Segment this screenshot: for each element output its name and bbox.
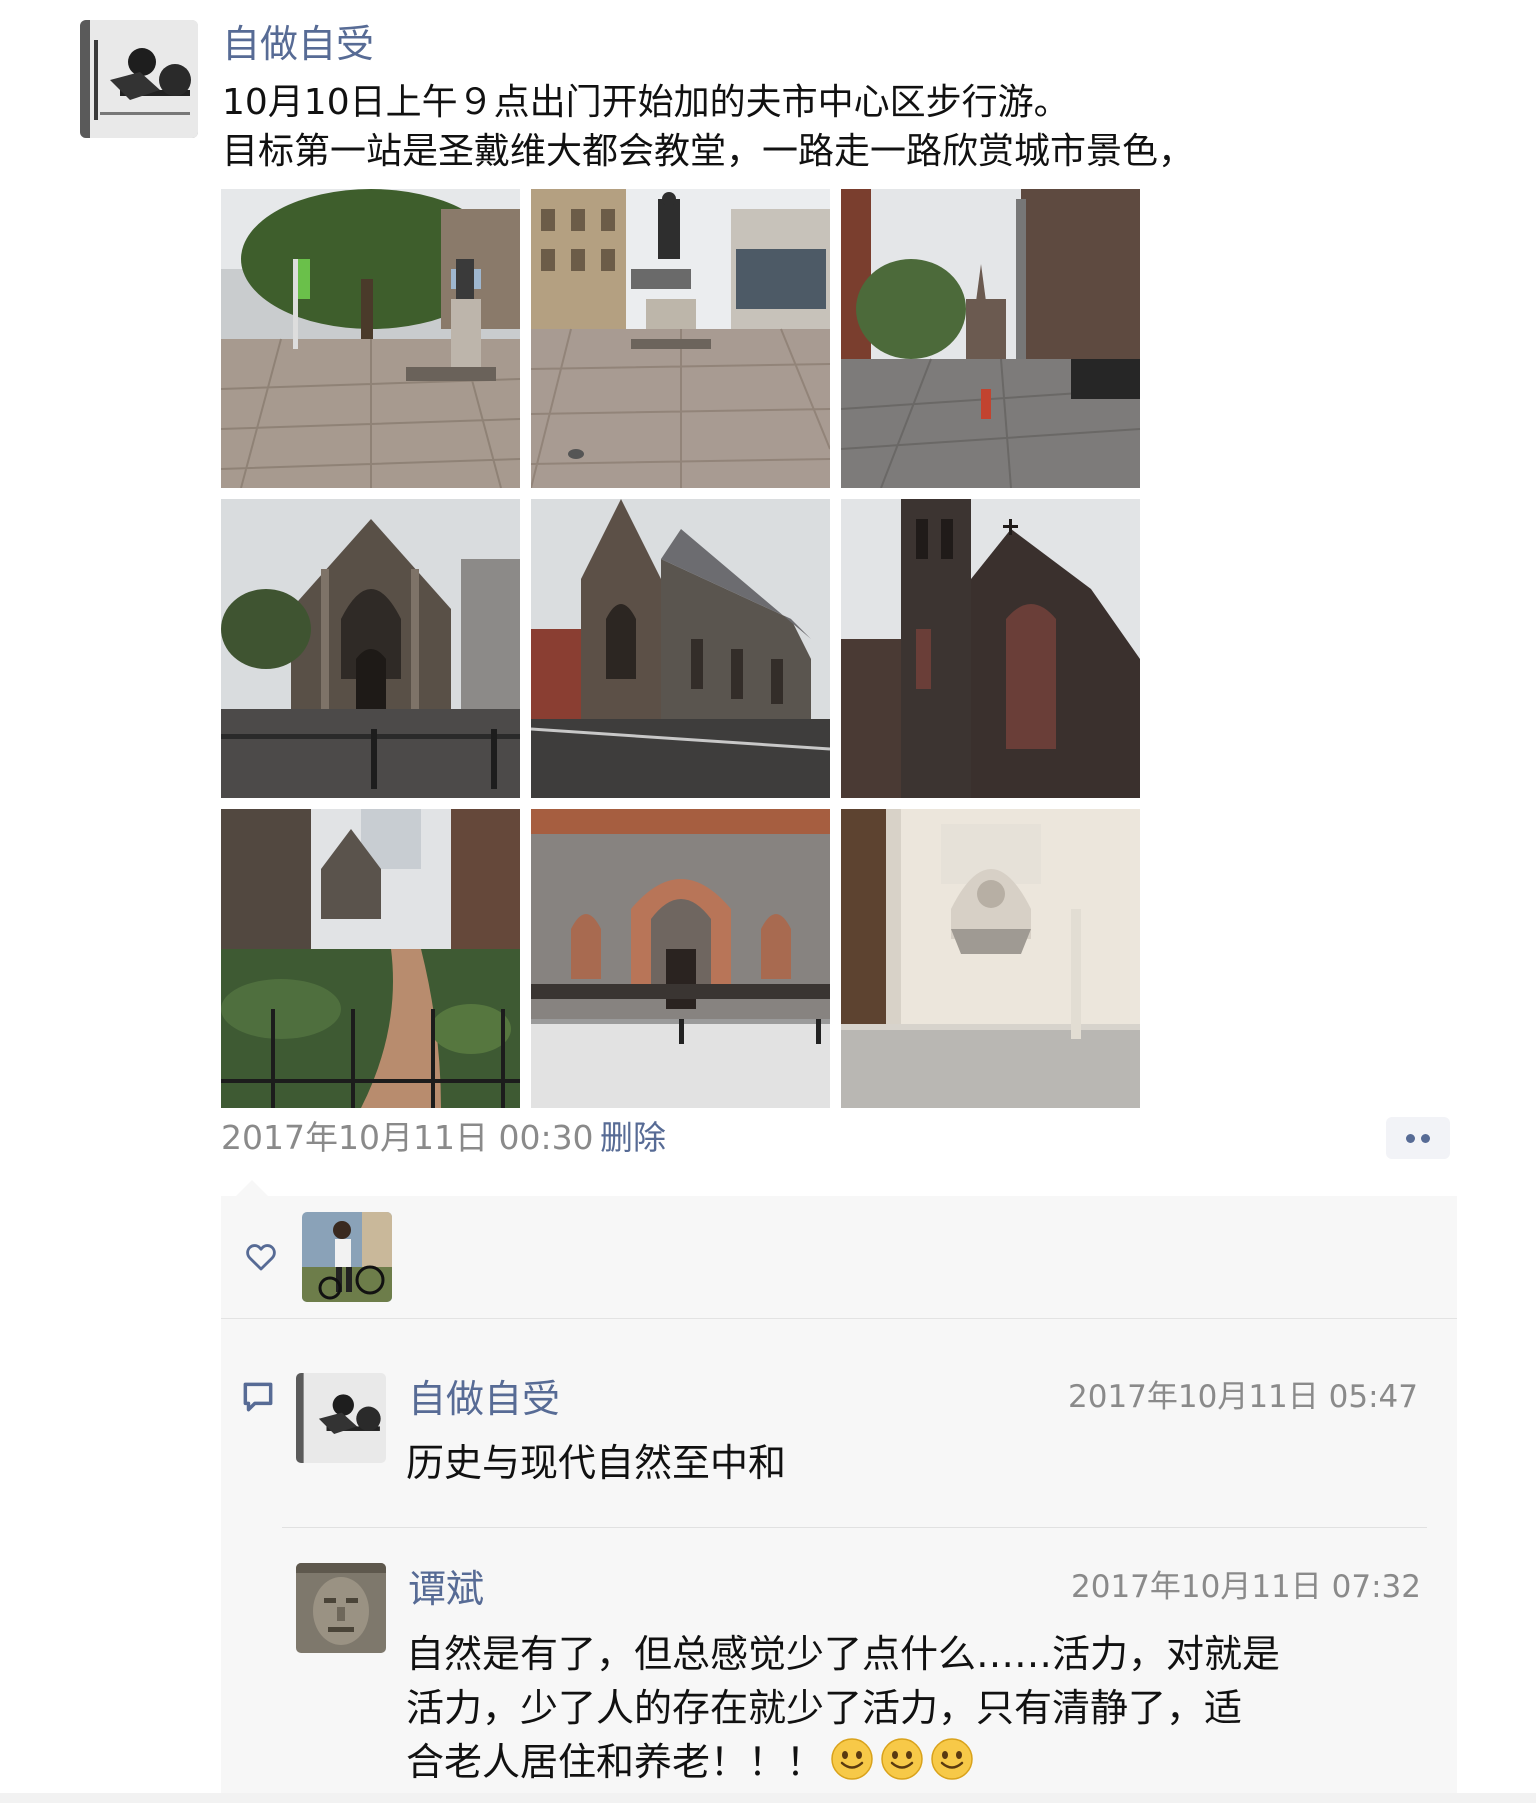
smile-emoji-icon — [930, 1737, 974, 1795]
likes-comments-divider — [221, 1318, 1457, 1319]
post-text: 10月10日上午９点出门开始加的夫市中心区步行游。 目标第一站是圣戴维大都会教堂… — [222, 78, 1194, 176]
comment-author[interactable]: 自做自受 — [408, 1373, 560, 1425]
comment-avatar[interactable] — [296, 1563, 386, 1653]
comment-divider — [282, 1527, 1427, 1528]
comment-text: 自然是有了，但总感觉少了点什么……活力，对就是 活力，少了人的存在就少了活力，只… — [406, 1627, 1280, 1789]
post-timestamp: 2017年10月11日 00:30 — [221, 1118, 594, 1157]
photo-church-tower[interactable] — [841, 499, 1140, 798]
photo-grid — [221, 189, 1140, 1108]
photo-garden-path[interactable] — [221, 809, 520, 1108]
smile-emoji-icon — [880, 1737, 924, 1795]
author-name[interactable]: 自做自受 — [222, 18, 374, 70]
comment-text-line: 自然是有了，但总感觉少了点什么……活力，对就是 — [406, 1632, 1281, 1676]
comment-time: 2017年10月11日 07:32 — [1071, 1569, 1421, 1605]
photo-statue-street[interactable] — [531, 189, 830, 488]
photo-street-church[interactable] — [841, 189, 1140, 488]
comment-bubble-icon — [238, 1378, 278, 1416]
comment-text-segment: 合老人居住和养老！！！ — [406, 1740, 825, 1784]
author-avatar[interactable] — [80, 20, 198, 138]
photo-holy-water-font[interactable] — [841, 809, 1140, 1108]
photo-church-side[interactable] — [531, 499, 830, 798]
comment-time: 2017年10月11日 05:47 — [1068, 1379, 1418, 1415]
smile-emoji-icon — [830, 1737, 874, 1795]
comment-avatar[interactable] — [296, 1373, 386, 1463]
more-dots-icon — [1421, 1134, 1430, 1143]
comment-text-line: 历史与现代自然至中和 — [406, 1441, 787, 1485]
comment-text-line: 活力，少了人的存在就少了活力，只有清静了，适 — [406, 1686, 1243, 1730]
more-dots-icon — [1406, 1134, 1415, 1143]
delete-link[interactable]: 删除 — [600, 1114, 666, 1162]
comment-text-line-with-emoji: 合老人居住和养老！！！ — [406, 1735, 1280, 1789]
post-text-line: 目标第一站是圣戴维大都会教堂，一路走一路欣赏城市景色， — [222, 131, 1195, 172]
post-text-line: 10月10日上午９点出门开始加的夫市中心区步行游。 — [222, 82, 1070, 123]
comment-author[interactable]: 谭斌 — [408, 1563, 484, 1615]
comment-text: 历史与现代自然至中和 — [406, 1436, 786, 1490]
heart-outline-icon — [244, 1240, 278, 1274]
panel-pointer — [236, 1180, 268, 1196]
photo-plaza-statue[interactable] — [221, 189, 520, 488]
more-actions-button[interactable] — [1386, 1117, 1450, 1159]
photo-church-front[interactable] — [221, 499, 520, 798]
liker-avatar[interactable] — [302, 1212, 392, 1302]
bottom-edge — [0, 1793, 1536, 1803]
photo-church-entrance[interactable] — [531, 809, 830, 1108]
